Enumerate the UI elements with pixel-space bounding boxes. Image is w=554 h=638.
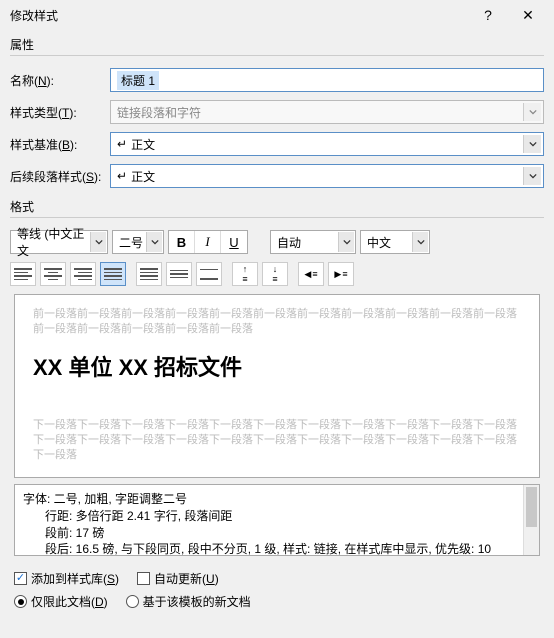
para-spacing-group: ↑≡ ↓≡ bbox=[232, 262, 288, 286]
name-input[interactable]: 标题 1 bbox=[110, 68, 544, 92]
next-para-value: 正文 bbox=[131, 168, 155, 185]
return-icon: ↵ bbox=[117, 137, 127, 151]
chevron-down-icon[interactable] bbox=[412, 232, 428, 252]
font-color-combo[interactable]: 自动 bbox=[270, 230, 356, 254]
increase-indent-button[interactable]: ▶≡ bbox=[328, 262, 354, 286]
preview-before-text: 前一段落前一段落前一段落前一段落前一段落前一段落前一段落前一段落前一段落前一段落… bbox=[33, 307, 521, 337]
align-left-button[interactable] bbox=[10, 262, 36, 286]
script-value: 中文 bbox=[367, 234, 391, 251]
template-radio[interactable]: 基于该模板的新文档 bbox=[126, 593, 251, 610]
next-para-select[interactable]: ↵ 正文 bbox=[110, 164, 544, 188]
scrollbar-thumb[interactable] bbox=[526, 487, 537, 527]
based-on-select[interactable]: ↵ 正文 bbox=[110, 132, 544, 156]
script-combo[interactable]: 中文 bbox=[360, 230, 430, 254]
auto-update-label: 自动更新(U) bbox=[154, 570, 219, 587]
add-to-gallery-label: 添加到样式库(S) bbox=[31, 570, 119, 587]
style-type-select: 链接段落和字符 bbox=[110, 100, 544, 124]
preview-after-text: 下一段落下一段落下一段落下一段落下一段落下一段落下一段落下一段落下一段落下一段落… bbox=[33, 418, 521, 463]
spacing-1-5-button[interactable] bbox=[166, 262, 192, 286]
chevron-down-icon[interactable] bbox=[90, 232, 106, 252]
font-style-group: B I U bbox=[168, 230, 248, 254]
auto-update-checkbox[interactable]: 自动更新(U) bbox=[137, 570, 219, 587]
section-format: 格式 bbox=[0, 192, 554, 217]
desc-line4: 段后: 16.5 磅, 与下段同页, 段中不分页, 1 级, 样式: 链接, 在… bbox=[23, 541, 531, 556]
next-para-label: 后续段落样式(S): bbox=[10, 168, 110, 185]
chevron-down-icon bbox=[523, 103, 541, 121]
divider bbox=[10, 217, 544, 218]
align-justify-button[interactable] bbox=[100, 262, 126, 286]
align-center-button[interactable] bbox=[40, 262, 66, 286]
desc-line2: 行距: 多倍行距 2.41 字行, 段落间距 bbox=[23, 508, 531, 525]
align-right-button[interactable] bbox=[70, 262, 96, 286]
underline-button[interactable]: U bbox=[221, 231, 247, 253]
description-box: 字体: 二号, 加粗, 字距调整二号 行距: 多倍行距 2.41 字行, 段落间… bbox=[14, 484, 540, 556]
close-button[interactable]: ✕ bbox=[508, 0, 548, 30]
spacing-1-button[interactable] bbox=[136, 262, 162, 286]
style-type-label: 样式类型(T): bbox=[10, 104, 110, 121]
style-type-value: 链接段落和字符 bbox=[117, 104, 201, 121]
chevron-down-icon[interactable] bbox=[523, 167, 541, 185]
help-button[interactable]: ? bbox=[468, 0, 508, 30]
name-value: 标题 1 bbox=[117, 71, 159, 90]
font-color-value: 自动 bbox=[277, 234, 301, 251]
spacing-2-button[interactable] bbox=[196, 262, 222, 286]
desc-line3: 段前: 17 磅 bbox=[23, 525, 531, 542]
add-to-gallery-checkbox[interactable]: ✓ 添加到样式库(S) bbox=[14, 570, 119, 587]
divider bbox=[10, 55, 544, 56]
radio-checked-icon bbox=[14, 595, 27, 608]
alignment-group bbox=[10, 262, 126, 286]
chevron-down-icon[interactable] bbox=[338, 232, 354, 252]
font-combo[interactable]: 等线 (中文正文 bbox=[10, 230, 108, 254]
size-combo[interactable]: 二号 bbox=[112, 230, 164, 254]
line-spacing-group bbox=[136, 262, 222, 286]
dialog-title: 修改样式 bbox=[10, 7, 468, 24]
size-value: 二号 bbox=[119, 234, 143, 251]
chevron-down-icon[interactable] bbox=[523, 135, 541, 153]
preview-heading: XX 单位 XX 招标文件 bbox=[33, 353, 521, 383]
radio-unchecked-icon bbox=[126, 595, 139, 608]
this-document-label: 仅限此文档(D) bbox=[31, 593, 108, 610]
chevron-down-icon[interactable] bbox=[146, 232, 162, 252]
space-before-dec-button[interactable]: ↓≡ bbox=[262, 262, 288, 286]
preview-pane: 前一段落前一段落前一段落前一段落前一段落前一段落前一段落前一段落前一段落前一段落… bbox=[14, 294, 540, 478]
section-properties: 属性 bbox=[0, 30, 554, 55]
space-before-inc-button[interactable]: ↑≡ bbox=[232, 262, 258, 286]
bold-button[interactable]: B bbox=[169, 231, 195, 253]
this-document-radio[interactable]: 仅限此文档(D) bbox=[14, 593, 108, 610]
checkbox-checked-icon: ✓ bbox=[14, 572, 27, 585]
template-label: 基于该模板的新文档 bbox=[143, 593, 251, 610]
scrollbar[interactable] bbox=[523, 485, 539, 555]
return-icon: ↵ bbox=[117, 169, 127, 183]
italic-button[interactable]: I bbox=[195, 231, 221, 253]
font-value: 等线 (中文正文 bbox=[17, 225, 89, 259]
indent-group: ◀≡ ▶≡ bbox=[298, 262, 354, 286]
based-on-label: 样式基准(B): bbox=[10, 136, 110, 153]
decrease-indent-button[interactable]: ◀≡ bbox=[298, 262, 324, 286]
name-label: 名称(N): bbox=[10, 72, 110, 89]
based-on-value: 正文 bbox=[131, 136, 155, 153]
checkbox-unchecked-icon bbox=[137, 572, 150, 585]
desc-line1: 字体: 二号, 加粗, 字距调整二号 bbox=[23, 491, 531, 508]
